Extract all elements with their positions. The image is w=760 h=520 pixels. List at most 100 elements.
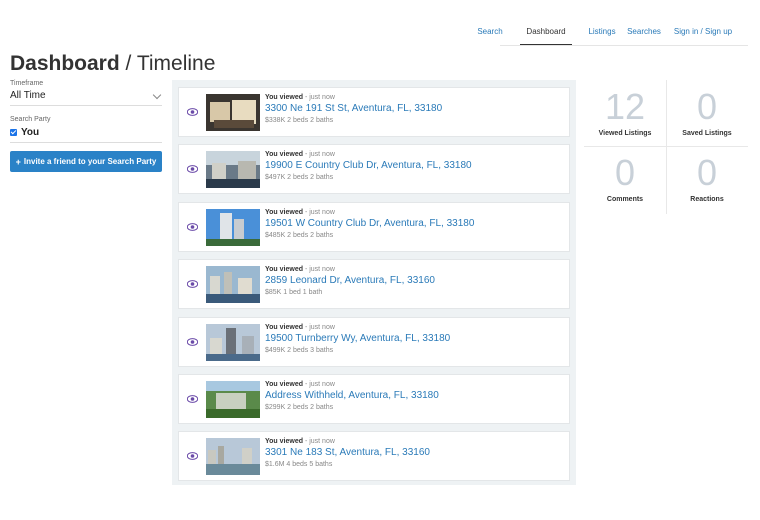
timeframe-select[interactable]: All Time [10,88,162,106]
entry-time: - just now [303,94,335,101]
timeframe-label: Timeframe [10,80,44,87]
entry-action: You viewed - just now [265,266,565,273]
entry-action: You viewed - just now [265,324,565,331]
page-title-sub: Timeline [136,52,216,75]
search-party-label: Search Party [10,116,51,123]
timeline-entry[interactable]: You viewed - just now 2859 Leonard Dr, Av… [178,259,570,310]
stat-viewed-label: Viewed Listings [598,130,652,137]
eye-icon[interactable] [187,165,198,174]
nav-divider [500,45,748,46]
stat-saved-listings[interactable]: 0 Saved Listings [666,80,748,146]
page-title-separator: / [119,52,137,75]
stat-comments-label: Comments [606,196,644,203]
entry-action-label: You viewed [265,323,303,331]
entry-action-label: You viewed [265,438,303,446]
timeline-entry[interactable]: You viewed - just now 3301 Ne 183 St, Ave… [178,431,570,482]
timeline-entry[interactable]: You viewed - just now 3300 Ne 191 St St, … [178,87,570,137]
nav-dashboard[interactable]: Dashboard [520,18,572,46]
listing-thumbnail[interactable] [206,438,260,476]
listing-details: $497K 2 beds 2 baths [265,174,334,182]
top-nav: Search Dashboard Listings Searches Sign … [477,18,760,46]
listing-details: $499K 2 beds 3 baths [265,346,334,354]
nav-listings[interactable]: Listings [584,18,620,46]
listing-address-link[interactable]: 2859 Leonard Dr, Aventura, FL, 33160 [265,275,565,286]
stat-viewed-listings[interactable]: 12 Viewed Listings [584,80,666,146]
entry-action-label: You viewed [265,381,303,388]
entry-action-label: You viewed [265,94,303,101]
entry-text: You viewed - just now Address Withheld, A… [265,381,565,411]
eye-icon[interactable] [187,108,198,116]
entry-time: - just now [303,151,335,159]
entry-action: You viewed - just now [265,209,565,216]
listing-details: $1.6M 4 beds 5 baths [265,461,333,469]
entry-text: You viewed - just now 19501 W Country Clu… [265,209,565,239]
entry-action: You viewed - just now [265,94,565,101]
nav-sign-in[interactable]: Sign in / Sign up [670,18,736,46]
sidebar-divider [10,142,162,143]
entry-action-label: You viewed [265,208,303,216]
entry-text: You viewed - just now 19900 E Country Clu… [265,151,565,181]
nav-search[interactable]: Search [472,18,508,46]
entry-text: You viewed - just now 3301 Ne 183 St, Ave… [265,438,565,468]
page-title-main: Dashboard [10,52,120,75]
entry-text: You viewed - just now 2859 Leonard Dr, Av… [265,266,565,296]
invite-friend-button[interactable]: + Invite a friend to your Search Party [10,151,162,172]
listing-thumbnail[interactable] [206,208,260,246]
stat-comments-count: 0 [614,152,636,193]
listing-details: $299K 2 beds 2 baths [265,404,334,411]
invite-friend-label: Invite a friend to your Search Party [23,157,157,166]
timeline-entry[interactable]: You viewed - just now 19500 Turnberry Wy,… [178,316,570,367]
listing-thumbnail[interactable] [206,151,260,189]
stat-viewed-count: 12 [604,86,646,127]
eye-icon[interactable] [187,222,198,231]
entry-time: - just now [303,381,335,388]
entry-action-label: You viewed [265,266,303,274]
entry-text: You viewed - just now 19500 Turnberry Wy,… [265,324,565,354]
timeline-entry[interactable]: You viewed - just now Address Withheld, A… [178,374,570,424]
listing-details: $85K 1 bed 1 bath [265,289,323,297]
listing-address-link[interactable]: 3300 Ne 191 St St, Aventura, FL, 33180 [265,103,565,114]
page-title: Dashboard / Timeline [10,52,215,76]
eye-icon[interactable] [187,452,198,461]
timeline-entry[interactable]: You viewed - just now 19900 E Country Clu… [178,144,570,195]
sidebar: Timeframe All Time Search Party You + In… [10,80,162,172]
entry-action: You viewed - just now [265,381,565,388]
listing-details: $485K 2 beds 2 baths [265,231,334,239]
eye-icon[interactable] [187,337,198,346]
entry-time: - just now [303,438,335,446]
eye-icon[interactable] [187,395,198,403]
timeline: You viewed - just now 3300 Ne 191 St St, … [172,80,576,485]
timeline-entry[interactable]: You viewed - just now 19501 W Country Clu… [178,201,570,252]
listing-thumbnail[interactable] [206,266,260,304]
listing-thumbnail[interactable] [206,323,260,361]
listing-address-link[interactable]: 19900 E Country Club Dr, Aventura, FL, 3… [265,160,565,171]
stat-saved-count: 0 [696,86,718,127]
stat-saved-label: Saved Listings [682,130,732,137]
party-member-row: You [10,125,162,139]
entry-action: You viewed - just now [265,438,565,445]
listing-details: $338K 2 beds 2 baths [265,117,334,124]
entry-time: - just now [303,266,335,274]
listing-address-link[interactable]: Address Withheld, Aventura, FL, 33180 [265,390,565,401]
timeframe-value: All Time [10,90,46,101]
stat-reactions-count: 0 [696,152,718,193]
listing-thumbnail[interactable] [206,381,260,418]
stat-reactions-label: Reactions [690,196,724,203]
entry-time: - just now [303,323,335,331]
entry-action: You viewed - just now [265,151,565,158]
nav-searches[interactable]: Searches [624,18,664,46]
party-member-name: You [21,126,40,138]
listing-thumbnail[interactable] [206,94,260,131]
party-member-checkbox[interactable] [10,128,17,136]
entry-action-label: You viewed [265,151,303,159]
entry-text: You viewed - just now 3300 Ne 191 St St, … [265,94,565,124]
listing-address-link[interactable]: 19501 W Country Club Dr, Aventura, FL, 3… [265,218,565,229]
listing-address-link[interactable]: 3301 Ne 183 St, Aventura, FL, 33160 [265,447,565,458]
stat-comments[interactable]: 0 Comments [584,146,666,212]
entry-time: - just now [303,208,335,216]
eye-icon[interactable] [187,280,198,289]
listing-address-link[interactable]: 19500 Turnberry Wy, Aventura, FL, 33180 [265,333,565,344]
plus-icon: + [15,156,21,167]
stats-panel: 12 Viewed Listings 0 Saved Listings 0 Co… [584,80,748,214]
stat-reactions[interactable]: 0 Reactions [666,146,748,212]
